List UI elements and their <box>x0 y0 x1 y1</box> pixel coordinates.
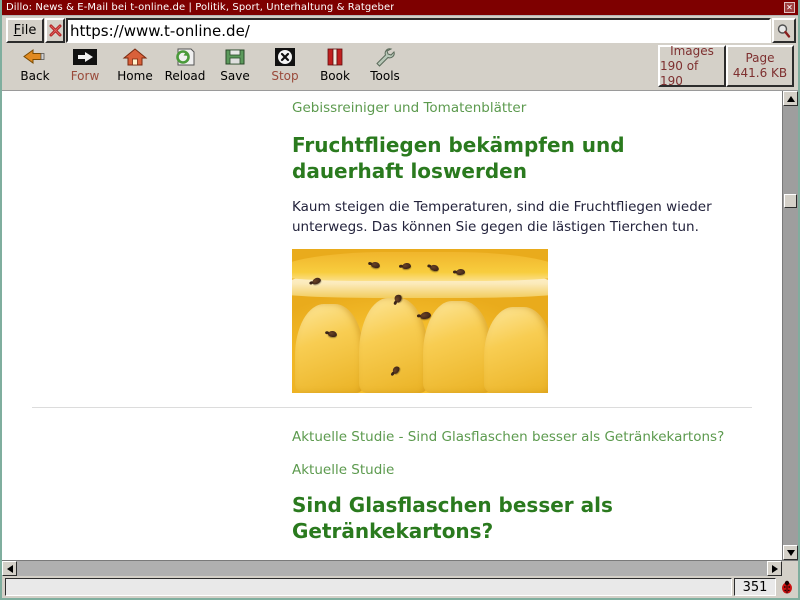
toolbar: Back Forw Home Reload Save Stop Book Too… <box>2 44 798 90</box>
page-size-status-box[interactable]: Page 441.6 KB <box>726 45 794 87</box>
home-icon <box>122 46 148 68</box>
scrollbar-corner <box>782 561 798 576</box>
forward-button[interactable]: Forw <box>60 44 110 88</box>
floppy-disk-icon <box>222 46 248 68</box>
ladybug-icon[interactable] <box>778 578 796 596</box>
tools-button[interactable]: Tools <box>360 44 410 88</box>
vertical-scrollbar[interactable] <box>782 91 798 560</box>
file-menu-accel: F <box>13 23 22 38</box>
clear-x-icon[interactable] <box>45 18 65 43</box>
article-teaser: Kaum steigen die Temperaturen, sind die … <box>292 199 712 235</box>
save-button[interactable]: Save <box>210 44 260 88</box>
horizontal-scroll-track[interactable] <box>17 561 767 576</box>
article-kicker[interactable]: Gebissreiniger und Tomatenblätter <box>292 99 742 118</box>
content-area: Gebissreiniger und Tomatenblätter Frucht… <box>2 90 798 560</box>
vertical-scroll-track[interactable] <box>783 106 798 545</box>
tools-button-label: Tools <box>370 69 400 83</box>
article-teaser: Forscher haben in einer umfassenden Unte… <box>292 558 742 560</box>
titlebar: Dillo: News & E-Mail bei t-online.de | P… <box>2 0 798 16</box>
vertical-scroll-thumb[interactable] <box>784 194 797 208</box>
home-button[interactable]: Home <box>110 44 160 88</box>
images-status-value: 190 of 190 <box>660 58 699 88</box>
bookmarks-button[interactable]: Book <box>310 44 360 88</box>
window-close-button[interactable]: ✕ <box>784 2 795 13</box>
back-button[interactable]: Back <box>10 44 60 88</box>
article-link[interactable]: Aktuelle Studie - Sind Glasflaschen bess… <box>292 428 742 447</box>
article-image[interactable] <box>292 249 548 393</box>
article-headline[interactable]: Sind Glasflaschen besser als Getränkekar… <box>292 492 742 544</box>
forward-button-label: Forw <box>70 69 100 83</box>
stop-circle-icon <box>272 46 298 68</box>
back-arrow-icon <box>22 46 48 68</box>
stop-button-label: Stop <box>271 69 299 83</box>
article-glasflaschen: Aktuelle Studie - Sind Glasflaschen bess… <box>32 428 752 560</box>
browser-window: Dillo: News & E-Mail bei t-online.de | P… <box>0 0 800 600</box>
article-fruchtfliegen: Gebissreiniger und Tomatenblätter Frucht… <box>32 99 752 393</box>
url-bar-row: File https://www.t-online.de/ <box>2 16 798 44</box>
horizontal-scrollbar[interactable] <box>2 560 798 576</box>
page-size-value: 441.6 KB <box>732 66 788 80</box>
reload-icon <box>172 46 198 68</box>
window-title: Dillo: News & E-Mail bei t-online.de | P… <box>6 2 395 13</box>
page-size-title: Page <box>745 51 775 65</box>
images-status-title: Images <box>670 43 714 58</box>
file-menu-label: ile <box>21 23 37 38</box>
stop-button[interactable]: Stop <box>260 44 310 88</box>
forward-arrow-icon <box>72 46 98 68</box>
scroll-left-arrow-icon[interactable] <box>2 561 17 576</box>
scroll-up-arrow-icon[interactable] <box>783 91 798 106</box>
wrench-icon <box>372 46 398 68</box>
status-count: 351 <box>734 578 776 596</box>
save-button-label: Save <box>220 69 250 83</box>
scroll-right-arrow-icon[interactable] <box>767 561 782 576</box>
magnifier-icon[interactable] <box>772 18 796 43</box>
toolbar-status-group: Images 190 of 190 Page 441.6 KB <box>658 43 794 88</box>
back-button-label: Back <box>20 69 50 83</box>
url-input[interactable]: https://www.t-online.de/ <box>66 18 771 43</box>
scroll-down-arrow-icon[interactable] <box>783 545 798 560</box>
file-menu-button[interactable]: File <box>6 18 44 43</box>
images-status-box[interactable]: Images 190 of 190 <box>658 43 726 88</box>
home-button-label: Home <box>117 69 153 83</box>
rendered-page: Gebissreiniger und Tomatenblätter Frucht… <box>2 91 782 560</box>
bookmarks-icon <box>322 46 348 68</box>
status-bar: 351 <box>2 576 798 598</box>
bookmarks-button-label: Book <box>320 69 350 83</box>
reload-button[interactable]: Reload <box>160 44 210 88</box>
status-message <box>5 578 732 596</box>
reload-button-label: Reload <box>164 69 206 83</box>
article-separator <box>32 407 752 408</box>
article-kicker[interactable]: Aktuelle Studie <box>292 461 742 480</box>
article-headline[interactable]: Fruchtfliegen bekämpfen und dauerhaft lo… <box>292 132 742 184</box>
